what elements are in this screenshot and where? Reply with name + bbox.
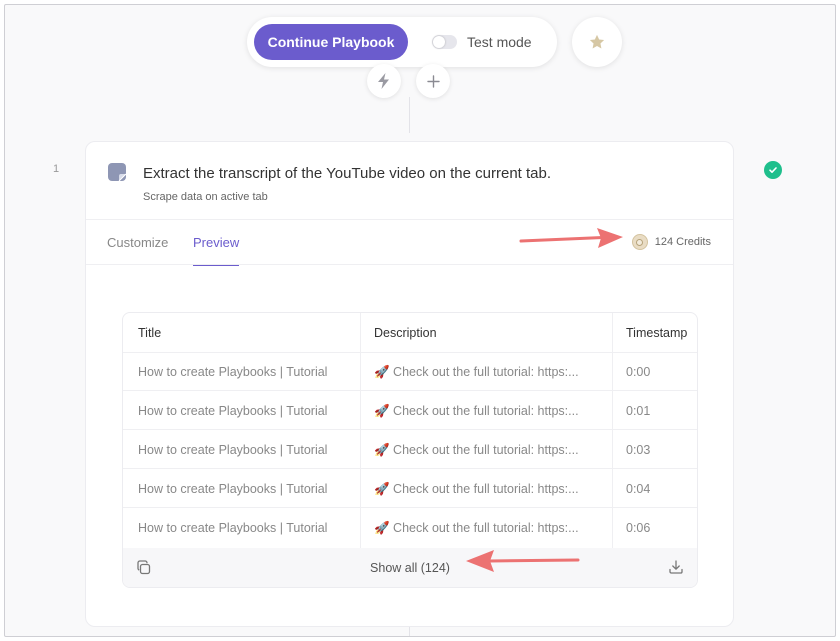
step-complete-badge [764,161,782,179]
credits-indicator: 124 Credits [631,234,711,250]
cell-description: 🚀 Check out the full tutorial: https:... [374,481,579,496]
cell-timestamp: 0:03 [626,443,651,457]
check-icon [769,167,777,173]
cell-description: 🚀 Check out the full tutorial: https:... [374,403,579,418]
cell-title: How to create Playbooks | Tutorial [138,521,328,535]
column-header-title: Title [138,326,162,340]
cell-description: 🚀 Check out the full tutorial: https:... [374,520,579,535]
toggle-switch[interactable] [432,35,457,49]
credit-coin-icon [631,234,648,250]
sticky-note-icon [108,163,127,182]
cell-timestamp: 0:00 [626,365,651,379]
continue-playbook-button[interactable]: Continue Playbook [254,24,408,60]
step-card: Extract the transcript of the YouTube vi… [85,141,734,627]
step-number: 1 [53,163,60,175]
step-subtitle: Scrape data on active tab [143,191,268,203]
cell-title: How to create Playbooks | Tutorial [138,482,328,496]
cell-title: How to create Playbooks | Tutorial [138,443,328,457]
test-mode-label: Test mode [467,34,532,50]
cell-title: How to create Playbooks | Tutorial [138,365,328,379]
add-step-button[interactable] [416,64,450,98]
tab-customize[interactable]: Customize [107,220,168,265]
cell-timestamp: 0:04 [626,482,651,496]
table-row: How to create Playbooks | Tutorial 🚀 Che… [123,392,697,430]
table-row: How to create Playbooks | Tutorial 🚀 Che… [123,431,697,469]
lightning-icon [378,73,389,89]
cell-timestamp: 0:06 [626,521,651,535]
table-row: How to create Playbooks | Tutorial 🚀 Che… [123,509,697,547]
test-mode-toggle[interactable]: Test mode [432,34,532,50]
step-title: Extract the transcript of the YouTube vi… [143,165,552,182]
cell-title: How to create Playbooks | Tutorial [138,404,328,418]
tab-preview[interactable]: Preview [193,220,240,266]
flow-connector-bottom [409,627,410,636]
annotation-arrow-show-all [466,550,580,572]
playbook-toolbar: Continue Playbook Test mode [247,17,557,67]
cell-description: 🚀 Check out the full tutorial: https:... [374,364,579,379]
annotation-arrow-credits [519,228,623,248]
plus-icon [426,74,440,88]
column-header-timestamp: Timestamp [626,326,688,340]
table-row: How to create Playbooks | Tutorial 🚀 Che… [123,470,697,508]
favorite-button[interactable] [572,17,622,67]
automation-button[interactable] [367,64,401,98]
show-all-button[interactable]: Show all (124) [123,548,697,587]
toggle-knob [433,36,445,48]
table-row: How to create Playbooks | Tutorial 🚀 Che… [123,353,697,391]
preview-table: Title Description Timestamp How to creat… [122,312,698,588]
table-header: Title Description Timestamp [123,313,697,353]
column-header-description: Description [374,326,437,340]
credits-count: 124 Credits [654,236,711,248]
flow-connector [409,97,410,133]
step-header[interactable]: Extract the transcript of the YouTube vi… [86,142,733,220]
table-footer: Show all (124) [123,548,697,587]
star-icon [589,34,605,49]
cell-description: 🚀 Check out the full tutorial: https:... [374,442,579,457]
cell-timestamp: 0:01 [626,404,651,418]
download-icon[interactable] [668,559,684,575]
app-frame: Continue Playbook Test mode 1 Extract th… [4,4,836,637]
